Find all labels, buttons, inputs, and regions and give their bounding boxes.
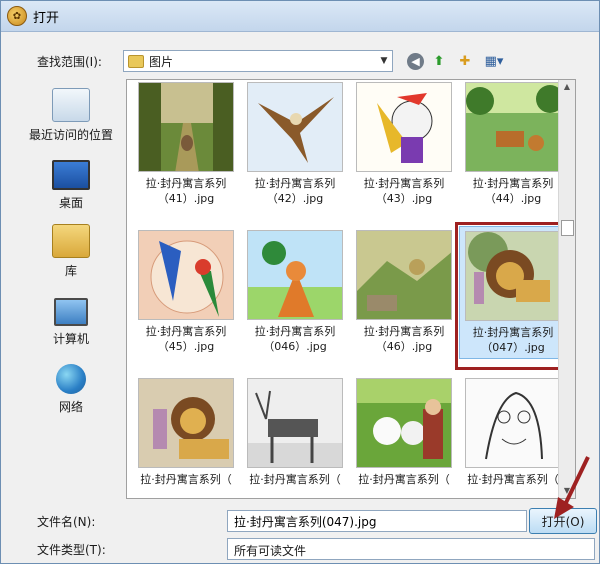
file-thumbnail-frame: 拉·封丹寓言系列（046）.jpg — [241, 226, 349, 357]
look-in-combo[interactable]: 图片 ▼ — [123, 50, 393, 72]
up-folder-icon[interactable]: ⬆ — [428, 51, 450, 71]
recent-places-icon — [52, 88, 90, 122]
file-thumbnail-item[interactable]: 拉·封丹寓言系列（41）.jpg — [132, 80, 240, 209]
image-thumbnail — [138, 230, 234, 320]
file-name: 拉·封丹寓言系列（ — [140, 473, 232, 486]
file-name: 拉·封丹寓言系列（ — [358, 473, 450, 486]
file-thumbnail-item[interactable]: 拉·封丹寓言系列（45）.jpg — [132, 226, 240, 357]
computer-icon — [54, 298, 88, 326]
new-folder-icon[interactable]: ✚ — [454, 51, 476, 71]
file-thumbnail-item[interactable]: 拉·封丹寓言系列（ — [132, 374, 240, 490]
file-thumbnail-item[interactable]: 拉·封丹寓言系列（ — [241, 374, 349, 490]
image-thumbnail — [247, 82, 343, 172]
filename-input[interactable] — [227, 510, 527, 532]
file-list[interactable]: 拉·封丹寓言系列（41）.jpg 拉·封丹寓言系列（42）.jpg 拉·封丹寓言系列… — [126, 79, 576, 499]
file-thumbnail-frame: 拉·封丹寓言系列（ — [350, 374, 458, 490]
image-thumbnail — [247, 378, 343, 468]
filename-row: 文件名(N): 打开(O) — [37, 508, 597, 534]
filetype-row: 文件类型(T): 所有可读文件 — [37, 538, 597, 560]
image-thumbnail — [138, 378, 234, 468]
file-thumbnail-frame: 拉·封丹寓言系列（42）.jpg — [241, 80, 349, 209]
file-name: 拉·封丹寓言系列（046）.jpg — [254, 325, 336, 353]
file-thumbnail-frame: 拉·封丹寓言系列（ — [241, 374, 349, 490]
file-name: 拉·封丹寓言系列（44）.jpg — [472, 177, 554, 205]
filetype-label: 文件类型(T): — [37, 542, 106, 557]
file-thumbnail-item[interactable]: 拉·封丹寓言系列（42）.jpg — [241, 80, 349, 209]
image-thumbnail — [356, 82, 452, 172]
file-thumbnail-frame: 拉·封丹寓言系列（45）.jpg — [132, 226, 240, 357]
file-name: 拉·封丹寓言系列（ — [467, 473, 559, 486]
place-label: 最近访问的位置 — [28, 128, 113, 142]
file-thumbnail-frame: 拉·封丹寓言系列（44）.jpg — [459, 80, 567, 209]
image-thumbnail — [247, 230, 343, 320]
filetype-select[interactable]: 所有可读文件 — [227, 538, 595, 560]
file-thumbnail-item[interactable]: 拉·封丹寓言系列（43）.jpg — [350, 80, 458, 209]
back-icon[interactable]: ◀ — [407, 52, 424, 70]
file-thumbnail-item[interactable]: 拉·封丹寓言系列（ — [350, 374, 458, 490]
place-item[interactable]: 网络 — [17, 351, 125, 415]
place-item[interactable]: 桌面 — [17, 147, 125, 211]
place-item[interactable]: 库 — [17, 215, 125, 279]
image-thumbnail — [465, 82, 561, 172]
places-bar: 最近访问的位置 桌面库计算机网络 — [17, 79, 125, 414]
folder-icon — [128, 54, 144, 68]
window-title: 打开 — [33, 10, 60, 26]
file-name: 拉·封丹寓言系列（43）.jpg — [363, 177, 445, 205]
place-item[interactable]: 计算机 — [17, 283, 125, 347]
image-thumbnail — [465, 378, 561, 468]
file-thumbnail-frame: 拉·封丹寓言系列（41）.jpg — [132, 80, 240, 209]
libraries-icon — [52, 224, 90, 258]
file-thumbnail-item[interactable]: 拉·封丹寓言系列（46）.jpg — [350, 226, 458, 357]
image-thumbnail — [138, 82, 234, 172]
selection-highlight — [455, 222, 571, 370]
desktop-icon — [52, 160, 90, 190]
file-name: 拉·封丹寓言系列（41）.jpg — [145, 177, 227, 205]
scrollbar-thumb[interactable] — [561, 220, 574, 236]
place-label: 计算机 — [52, 332, 89, 346]
file-thumbnail-item[interactable]: 拉·封丹寓言系列（44）.jpg — [459, 80, 567, 209]
file-name: 拉·封丹寓言系列（ — [249, 473, 341, 486]
vertical-scrollbar[interactable]: ▲ ▼ — [558, 80, 575, 498]
view-menu-icon[interactable]: ▦▾ — [480, 51, 508, 71]
filetype-value: 所有可读文件 — [234, 544, 307, 558]
scroll-up-icon[interactable]: ▲ — [559, 80, 575, 94]
image-thumbnail — [356, 378, 452, 468]
file-thumbnail-item[interactable]: 拉·封丹寓言系列（046）.jpg — [241, 226, 349, 357]
look-in-value: 图片 — [149, 54, 174, 69]
file-thumbnail-frame: 拉·封丹寓言系列（43）.jpg — [350, 80, 458, 209]
file-thumbnail-frame: 拉·封丹寓言系列（ — [132, 374, 240, 490]
title-bar[interactable]: ✿ 打开 — [1, 1, 599, 32]
open-file-dialog: ✿ 打开 查找范围(I): 图片 ▼ ◀ ⬆ ✚ ▦▾ 最近访问的位置 桌面库计算… — [0, 0, 600, 564]
place-label: 桌面 — [58, 196, 83, 210]
file-name: 拉·封丹寓言系列（46）.jpg — [363, 325, 445, 353]
place-label: 库 — [64, 264, 77, 278]
app-icon: ✿ — [7, 6, 27, 26]
file-name: 拉·封丹寓言系列（45）.jpg — [145, 325, 227, 353]
place-label: 网络 — [58, 400, 83, 414]
network-icon — [56, 364, 86, 394]
file-name: 拉·封丹寓言系列（42）.jpg — [254, 177, 336, 205]
place-item[interactable]: 最近访问的位置 — [17, 79, 125, 143]
look-in-row: 查找范围(I): 图片 ▼ ◀ ⬆ ✚ ▦▾ — [37, 49, 585, 73]
file-thumbnail-frame: 拉·封丹寓言系列（46）.jpg — [350, 226, 458, 357]
chevron-down-icon[interactable]: ▼ — [376, 56, 392, 66]
look-in-label: 查找范围(I): — [37, 54, 102, 69]
filename-label: 文件名(N): — [37, 514, 96, 529]
image-thumbnail — [356, 230, 452, 320]
annotation-arrow-icon — [554, 456, 590, 519]
